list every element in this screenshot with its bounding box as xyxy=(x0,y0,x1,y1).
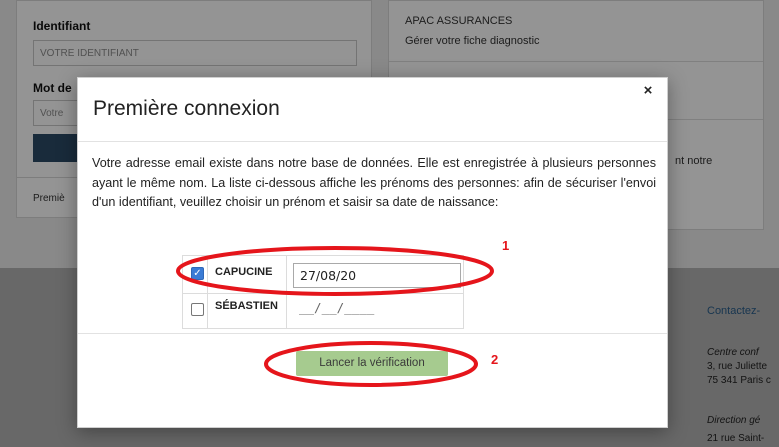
start-verification-button[interactable]: Lancer la vérification xyxy=(296,351,448,376)
birthdate-input-capucine[interactable]: 27/08/20 xyxy=(293,263,461,288)
annotation-label-2: 2 xyxy=(491,352,499,367)
person-selection-table: ✓ CAPUCINE 27/08/20 SÉBASTIEN __/__/____ xyxy=(182,255,464,329)
modal-title: Première connexion xyxy=(93,97,280,120)
person-name-capucine: CAPUCINE xyxy=(215,266,273,278)
table-column-divider xyxy=(286,256,287,328)
modal-header-divider xyxy=(78,141,667,142)
table-column-divider xyxy=(207,256,208,328)
first-connection-modal: Première connexion × Votre adresse email… xyxy=(77,77,668,428)
birthdate-input-sebastien[interactable]: __/__/____ xyxy=(299,300,374,315)
annotation-label-1: 1 xyxy=(502,238,510,253)
modal-message: Votre adresse email existe dans notre ba… xyxy=(92,156,656,209)
capucine-checkbox[interactable]: ✓ xyxy=(191,267,204,280)
modal-footer-divider xyxy=(78,333,667,334)
table-row-divider xyxy=(183,293,463,294)
close-icon[interactable]: × xyxy=(641,83,655,98)
sebastien-checkbox[interactable] xyxy=(191,303,204,316)
person-name-sebastien: SÉBASTIEN xyxy=(215,300,278,312)
